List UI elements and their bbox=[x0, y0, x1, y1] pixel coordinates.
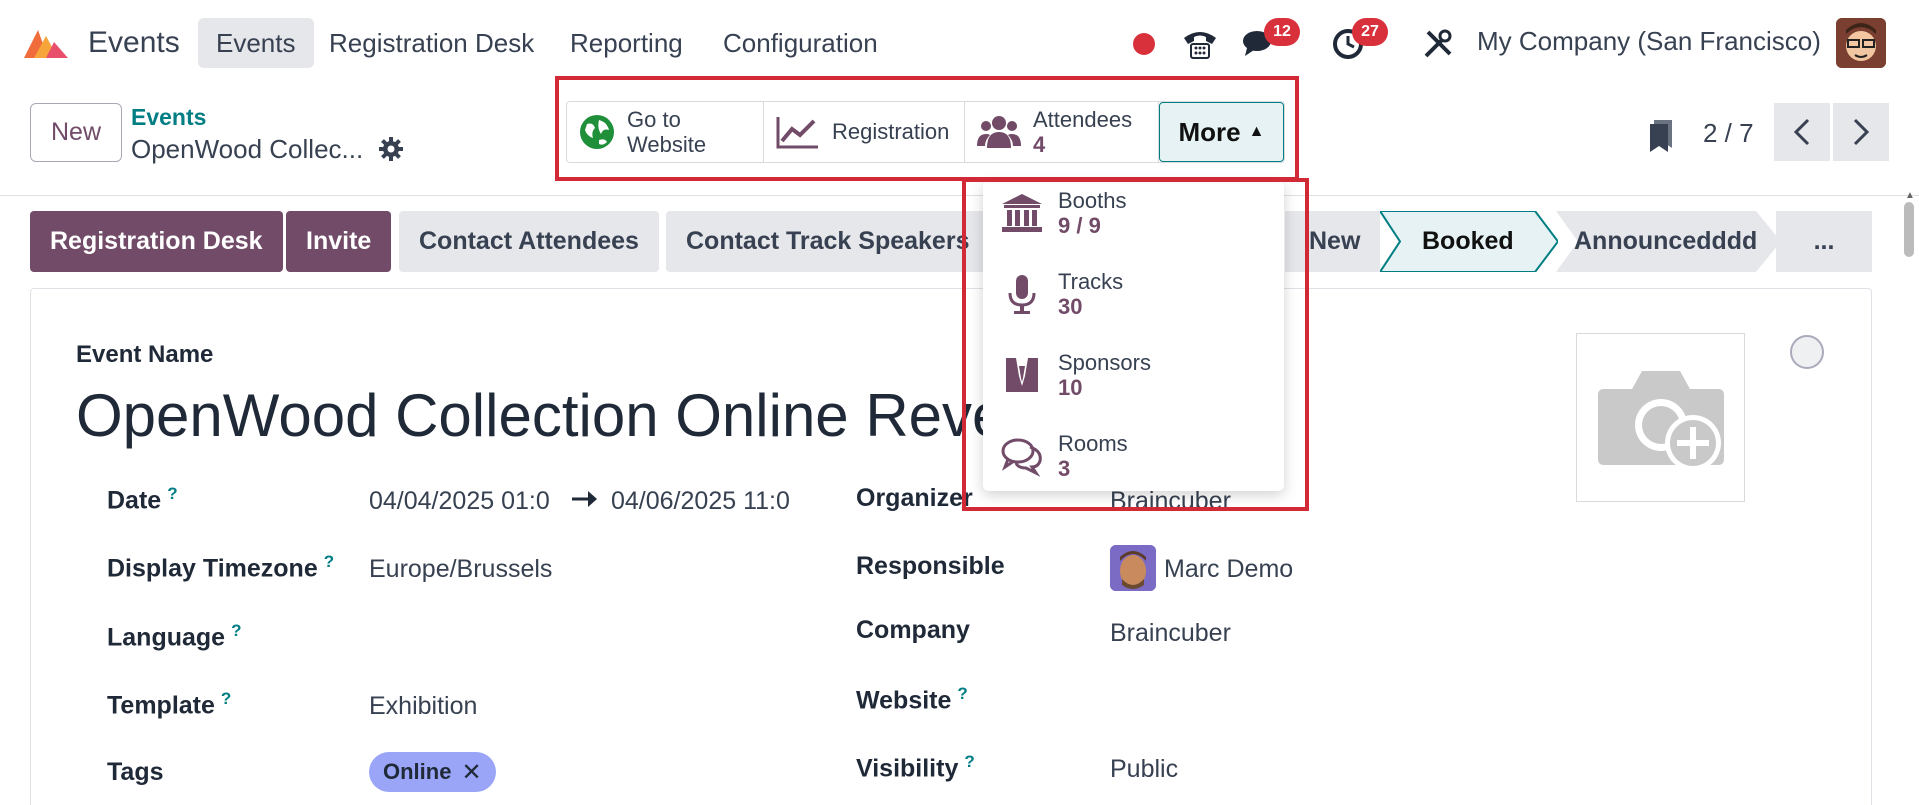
recording-dot-icon[interactable] bbox=[1124, 24, 1164, 64]
responsible-label: Responsible bbox=[856, 552, 1005, 580]
close-icon[interactable]: ✕ bbox=[461, 758, 481, 787]
menu-events[interactable]: Events bbox=[198, 18, 314, 68]
contact-attendees-button[interactable]: Contact Attendees bbox=[399, 211, 659, 272]
tags-label: Tags bbox=[107, 758, 164, 786]
kanban-state-circle[interactable] bbox=[1790, 335, 1824, 369]
globe-icon bbox=[580, 115, 614, 149]
bookmark-icon[interactable] bbox=[1648, 118, 1674, 159]
stage-booked-label: Booked bbox=[1422, 227, 1514, 255]
stage-announced[interactable]: Announcedddd bbox=[1556, 211, 1781, 277]
messages-icon[interactable]: 12 bbox=[1240, 18, 1300, 64]
invite-button[interactable]: Invite bbox=[286, 211, 392, 272]
date-end-field[interactable]: 04/06/2025 11:0 bbox=[611, 487, 790, 516]
company-field[interactable]: Braincuber bbox=[1110, 619, 1231, 648]
pager-value[interactable]: 2 / 7 bbox=[1703, 118, 1754, 149]
caret-up-icon: ▲ bbox=[1248, 123, 1265, 140]
responsible-field[interactable]: Marc Demo bbox=[1164, 555, 1293, 584]
go-to-website-button[interactable]: Go to Website bbox=[567, 102, 764, 162]
line-chart-icon bbox=[776, 117, 818, 149]
display-timezone-field[interactable]: Europe/Brussels bbox=[369, 555, 552, 584]
tag-online[interactable]: Online ✕ bbox=[369, 752, 496, 792]
event-image-field[interactable] bbox=[1576, 333, 1745, 502]
event-name-label: Event Name bbox=[76, 341, 214, 368]
app-logo-icon[interactable] bbox=[20, 22, 72, 67]
control-panel-divider bbox=[0, 195, 1919, 196]
camera-add-icon bbox=[1597, 370, 1724, 471]
registration-button[interactable]: Registration bbox=[764, 102, 965, 162]
gear-icon[interactable] bbox=[378, 136, 404, 167]
template-field[interactable]: Exhibition bbox=[369, 692, 477, 721]
registration-label: Registration bbox=[832, 119, 950, 145]
menu-configuration[interactable]: Configuration bbox=[705, 18, 896, 68]
tools-icon[interactable] bbox=[1418, 24, 1458, 64]
scrollbar-thumb[interactable] bbox=[1904, 202, 1914, 257]
pager-next-button[interactable] bbox=[1833, 103, 1889, 161]
more-button[interactable]: More ▲ bbox=[1159, 102, 1284, 162]
display-timezone-label: Display Timezone? bbox=[107, 552, 335, 583]
stage-more-label: ... bbox=[1813, 227, 1835, 255]
attendees-label: Attendees bbox=[1033, 106, 1133, 132]
website-line2: Website bbox=[627, 132, 707, 157]
messages-badge: 12 bbox=[1264, 18, 1300, 46]
phone-icon[interactable] bbox=[1180, 24, 1220, 64]
company-switcher[interactable]: My Company (San Francisco) bbox=[1477, 26, 1821, 57]
arrow-right-icon bbox=[570, 486, 600, 517]
stage-more[interactable]: ... bbox=[1776, 211, 1872, 272]
pager-previous-button[interactable] bbox=[1774, 103, 1830, 161]
tag-online-label: Online bbox=[383, 759, 452, 784]
registration-desk-button[interactable]: Registration Desk bbox=[30, 211, 283, 272]
menu-reporting[interactable]: Reporting bbox=[552, 18, 701, 68]
event-name-field[interactable]: OpenWood Collection Online Reveal bbox=[76, 381, 986, 450]
app-name[interactable]: Events bbox=[88, 26, 180, 60]
user-avatar[interactable] bbox=[1836, 18, 1886, 68]
date-start-field[interactable]: 04/04/2025 01:0 bbox=[369, 487, 550, 516]
scroll-up-icon[interactable]: ▲ bbox=[1905, 190, 1915, 201]
organizer-label: Organizer bbox=[856, 484, 973, 512]
smart-buttons-bar: Go to Website Registration Attendees 4 Mor… bbox=[566, 101, 1285, 163]
website-label: Website? bbox=[856, 684, 968, 715]
activities-clock-icon[interactable]: 27 bbox=[1328, 18, 1388, 64]
activities-badge: 27 bbox=[1352, 18, 1388, 46]
new-button[interactable]: New bbox=[30, 103, 122, 162]
attendees-count: 4 bbox=[1033, 132, 1046, 157]
date-label: Date? bbox=[107, 484, 178, 515]
stage-announced-label: Announcedddd bbox=[1574, 227, 1758, 255]
breadcrumb-events-link[interactable]: Events bbox=[131, 104, 206, 131]
contact-track-speakers-button[interactable]: Contact Track Speakers bbox=[666, 211, 990, 272]
responsible-avatar bbox=[1110, 545, 1156, 591]
stage-booked[interactable]: Booked bbox=[1378, 210, 1560, 277]
users-icon bbox=[977, 116, 1021, 148]
visibility-label: Visibility? bbox=[856, 752, 975, 783]
visibility-field[interactable]: Public bbox=[1110, 755, 1178, 784]
language-label: Language? bbox=[107, 621, 242, 652]
chevron-left-icon bbox=[1793, 118, 1810, 146]
dropdown-highlight bbox=[962, 178, 1309, 511]
chevron-right-icon bbox=[1853, 118, 1870, 146]
website-line1: Go to bbox=[627, 106, 681, 132]
menu-registration-desk[interactable]: Registration Desk bbox=[311, 18, 552, 68]
breadcrumb-current: OpenWood Collec... bbox=[131, 134, 364, 164]
attendees-button[interactable]: Attendees 4 bbox=[965, 102, 1159, 162]
more-label: More bbox=[1178, 116, 1241, 147]
template-label: Template? bbox=[107, 689, 232, 720]
company-label: Company bbox=[856, 616, 970, 644]
